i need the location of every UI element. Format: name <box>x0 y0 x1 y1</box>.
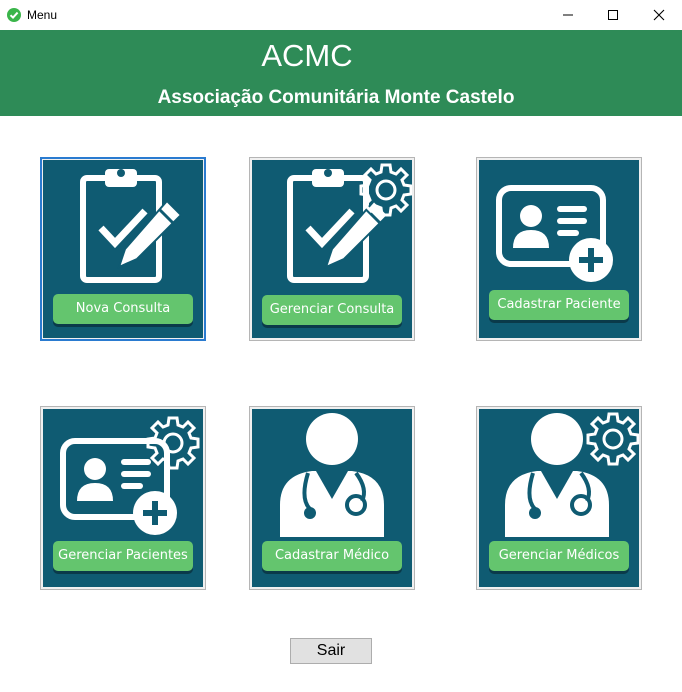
nova-consulta-button[interactable]: Nova Consulta <box>53 294 193 324</box>
gerenciar-pacientes-tile[interactable]: Gerenciar Pacientes <box>40 406 206 590</box>
gerenciar-pacientes-button[interactable]: Gerenciar Pacientes <box>53 541 193 571</box>
gerenciar-consulta-button[interactable]: Gerenciar Consulta <box>262 295 402 325</box>
minimize-button[interactable] <box>545 0 591 30</box>
tile-background: Cadastrar Paciente <box>479 160 639 338</box>
sair-button[interactable]: Sair <box>290 638 372 664</box>
cadastrar-paciente-button[interactable]: Cadastrar Paciente <box>489 290 629 320</box>
cadastrar-paciente-tile[interactable]: Cadastrar Paciente <box>476 157 642 341</box>
window-title: Menu <box>27 8 58 22</box>
app-subtitle: Associação Comunitária Monte Castelo <box>157 87 515 108</box>
tile-background: Nova Consulta <box>43 160 203 338</box>
maximize-icon <box>608 10 618 20</box>
maximize-button[interactable] <box>590 0 636 30</box>
tile-background: Gerenciar Pacientes <box>43 409 203 587</box>
tile-background: Gerenciar Médicos <box>479 409 639 587</box>
nova-consulta-tile[interactable]: Nova Consulta <box>40 157 206 341</box>
close-button[interactable] <box>636 0 682 30</box>
title-bar: Menu <box>0 0 682 30</box>
cadastrar-medico-tile[interactable]: Cadastrar Médico <box>249 406 415 590</box>
header-banner: ACMC Associação Comunitária Monte Castel… <box>0 30 682 116</box>
gerenciar-consulta-tile[interactable]: Gerenciar Consulta <box>249 157 415 341</box>
cadastrar-medico-button[interactable]: Cadastrar Médico <box>262 541 402 571</box>
tile-background: Cadastrar Médico <box>252 409 412 587</box>
app-title: ACMC <box>261 38 353 73</box>
tile-background: Gerenciar Consulta <box>252 160 412 338</box>
minimize-icon <box>563 14 573 16</box>
check-circle-icon <box>7 8 21 22</box>
gerenciar-medicos-button[interactable]: Gerenciar Médicos <box>489 541 629 571</box>
gerenciar-medicos-tile[interactable]: Gerenciar Médicos <box>476 406 642 590</box>
close-icon <box>653 9 665 21</box>
menu-window: Menu ACMC Associação Comunitária Monte C… <box>0 0 682 692</box>
